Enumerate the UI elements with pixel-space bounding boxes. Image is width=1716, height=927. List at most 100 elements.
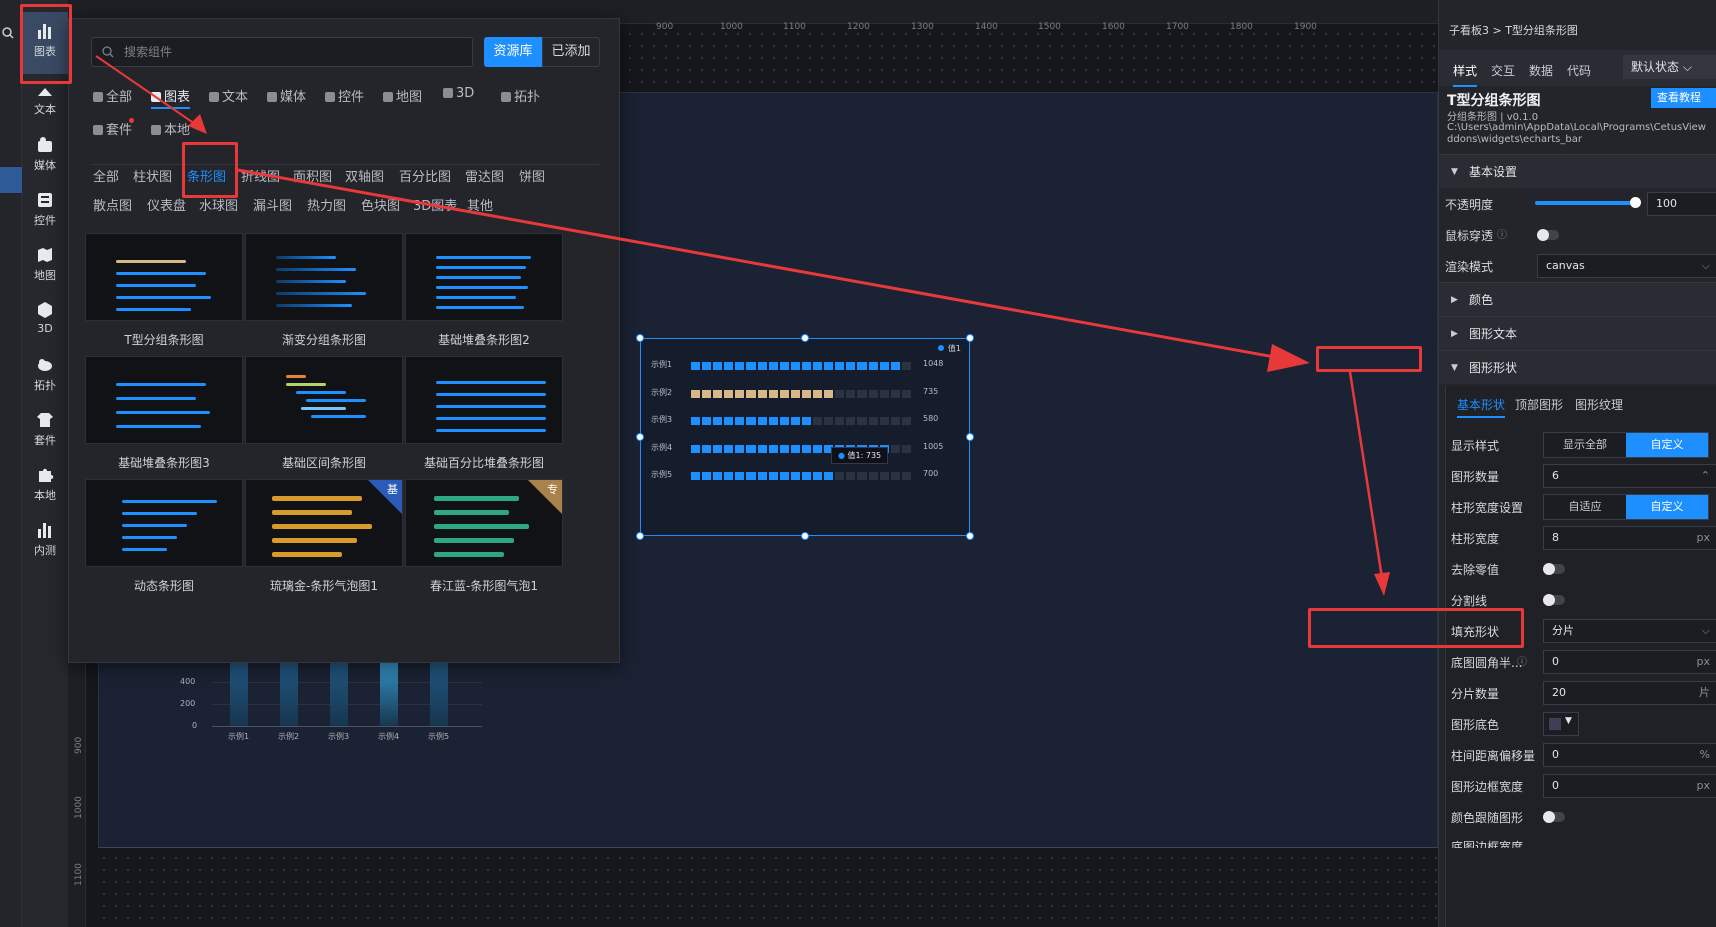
component-card-gradient-group-bar[interactable]: 渐变分组条形图: [245, 233, 403, 348]
subtab-all[interactable]: 全部: [93, 166, 119, 185]
subtab-3d-chart[interactable]: 3D图表: [413, 195, 457, 214]
component-card-gold-bubble-bar[interactable]: 基 琉璃金-条形气泡图1: [245, 479, 403, 594]
rail-item-topology[interactable]: 拓扑: [22, 346, 68, 402]
state-select[interactable]: 默认状态 ⌵: [1623, 55, 1716, 79]
selected-bar-widget[interactable]: 值1 示例1 1048 示例2 735 示例3 580 示例4 1005 示例5 700 ● 值1…: [636, 334, 974, 540]
stepper-up-icon[interactable]: ⌃: [1701, 465, 1710, 487]
subtab-heatmap[interactable]: 热力图: [307, 195, 346, 214]
rail-item-beta[interactable]: 内测: [22, 511, 68, 567]
mouse-through-toggle[interactable]: [1537, 229, 1559, 241]
resize-handle[interactable]: [636, 433, 644, 441]
rail-item-media[interactable]: 媒体: [22, 126, 68, 182]
tab-3d[interactable]: 3D: [443, 86, 474, 101]
radius-input[interactable]: 0 px: [1543, 650, 1716, 674]
resize-handle[interactable]: [636, 532, 644, 540]
subtab-area[interactable]: 面积图: [293, 166, 332, 185]
display-style-toggle[interactable]: 显示全部 自定义: [1543, 432, 1709, 458]
added-button[interactable]: 已添加: [542, 37, 600, 67]
custom-option[interactable]: 自定义: [1626, 433, 1708, 457]
unit-label: px: [1696, 779, 1711, 792]
resize-handle[interactable]: [966, 433, 974, 441]
component-card-dynamic-bar[interactable]: 动态条形图: [85, 479, 243, 594]
opacity-slider-handle[interactable]: [1630, 197, 1641, 208]
adaptive-option[interactable]: 自适应: [1544, 495, 1626, 519]
subtab-radar[interactable]: 雷达图: [465, 166, 504, 185]
split-line-toggle[interactable]: [1543, 594, 1565, 606]
rail-item-local[interactable]: 本地: [22, 456, 68, 512]
rail-item-3d[interactable]: 3D: [22, 291, 68, 347]
section-color[interactable]: ▶ 颜色: [1439, 282, 1716, 316]
component-card-blue-bubble-bar[interactable]: 专 春江蓝-条形图气泡1: [405, 479, 563, 594]
subtab-gauge[interactable]: 仪表盘: [147, 195, 186, 214]
remove-zero-toggle[interactable]: [1543, 563, 1565, 575]
tab-map[interactable]: 地图: [383, 86, 422, 105]
tab-chart[interactable]: 图表: [151, 86, 191, 109]
subtab-basic-shape[interactable]: 基本形状: [1457, 396, 1506, 418]
resize-handle[interactable]: [801, 532, 809, 540]
help-icon[interactable]: ⓘ: [1497, 226, 1507, 241]
tab-topology[interactable]: 拓扑: [501, 86, 540, 105]
bar-width-setting-toggle[interactable]: 自适应 自定义: [1543, 494, 1709, 520]
tab-local[interactable]: 本地: [151, 119, 190, 138]
border-width-input[interactable]: 0 px: [1543, 774, 1716, 798]
render-mode-select[interactable]: canvas ⌵: [1537, 254, 1716, 278]
component-card-percent-stacked-bar[interactable]: 基础百分比堆叠条形图: [405, 356, 563, 471]
follow-color-toggle[interactable]: [1543, 811, 1565, 823]
chart-legend[interactable]: 值1: [937, 343, 961, 354]
opacity-slider[interactable]: [1535, 201, 1635, 205]
bar-offset-input[interactable]: 0%: [1543, 743, 1716, 767]
breadcrumb[interactable]: 子看板3 > T型分组条形图: [1449, 22, 1578, 38]
fill-shape-select[interactable]: 分片 ⌵: [1543, 619, 1716, 643]
tab-code[interactable]: 代码: [1567, 62, 1591, 79]
tab-all[interactable]: 全部: [93, 86, 132, 105]
tab-kit[interactable]: 套件: [93, 119, 132, 138]
tab-data[interactable]: 数据: [1529, 62, 1553, 79]
slice-count-input[interactable]: 20 片: [1543, 681, 1716, 705]
tab-interaction[interactable]: 交互: [1491, 62, 1515, 79]
subtab-shape-texture[interactable]: 图形纹理: [1575, 396, 1623, 413]
tab-media[interactable]: 媒体: [267, 86, 306, 105]
subtab-dual-axis[interactable]: 双轴图: [345, 166, 384, 185]
custom-option[interactable]: 自定义: [1626, 495, 1708, 519]
section-shape[interactable]: ▼ 图形形状: [1439, 350, 1716, 384]
widget-path: ddons\widgets\echarts_bar: [1447, 134, 1582, 145]
tab-control[interactable]: 控件: [325, 86, 364, 105]
component-card-stacked-bar-3[interactable]: 基础堆叠条形图3: [85, 356, 243, 471]
subtab-funnel[interactable]: 漏斗图: [253, 195, 292, 214]
subtab-pie[interactable]: 饼图: [519, 166, 545, 185]
section-basic-settings[interactable]: ▼ 基本设置: [1439, 154, 1716, 188]
subtab-top-shape[interactable]: 顶部图形: [1515, 396, 1563, 413]
resource-library-button[interactable]: 资源库: [484, 37, 542, 67]
background-bar-chart[interactable]: 600 400 200 0 示例1 示例2 示例3 示例4 示例5: [180, 655, 482, 770]
search-input[interactable]: 搜索组件: [91, 37, 473, 67]
section-shape-text[interactable]: ▶ 图形文本: [1439, 316, 1716, 350]
bar-width-input[interactable]: 8 px: [1543, 526, 1716, 550]
opacity-input[interactable]: 100: [1647, 192, 1716, 216]
component-card-stacked-bar-2[interactable]: 基础堆叠条形图2: [405, 233, 563, 348]
view-tutorial-button[interactable]: 查看教程: [1651, 88, 1716, 108]
rail-item-kit[interactable]: 套件: [22, 401, 68, 457]
resize-handle[interactable]: [801, 334, 809, 342]
component-card-range-bar[interactable]: 基础区间条形图: [245, 356, 403, 471]
subtab-other[interactable]: 其他: [467, 195, 493, 214]
component-card-t-group-bar[interactable]: T型分组条形图: [85, 233, 243, 348]
help-icon[interactable]: ⓘ: [1517, 653, 1527, 668]
resize-handle[interactable]: [636, 334, 644, 342]
base-color-picker[interactable]: ▼: [1543, 712, 1579, 736]
resize-handle[interactable]: [966, 334, 974, 342]
shape-count-input[interactable]: 6 ⌃: [1543, 464, 1716, 488]
rail-item-text[interactable]: 文本: [22, 76, 68, 132]
display-all-option[interactable]: 显示全部: [1544, 433, 1626, 457]
rail-item-map[interactable]: 地图: [22, 236, 68, 292]
tab-style[interactable]: 样式: [1453, 62, 1478, 87]
rail-item-control[interactable]: 控件: [22, 181, 68, 237]
subtab-line[interactable]: 折线图: [241, 166, 280, 185]
subtab-percent[interactable]: 百分比图: [399, 166, 451, 185]
subtab-column[interactable]: 柱状图: [133, 166, 172, 185]
y-tick: 200: [180, 699, 196, 708]
subtab-block[interactable]: 色块图: [361, 195, 400, 214]
tab-text[interactable]: 文本: [209, 86, 248, 105]
search-icon[interactable]: [2, 27, 14, 39]
resize-handle[interactable]: [966, 532, 974, 540]
subtab-scatter[interactable]: 散点图: [93, 195, 132, 214]
